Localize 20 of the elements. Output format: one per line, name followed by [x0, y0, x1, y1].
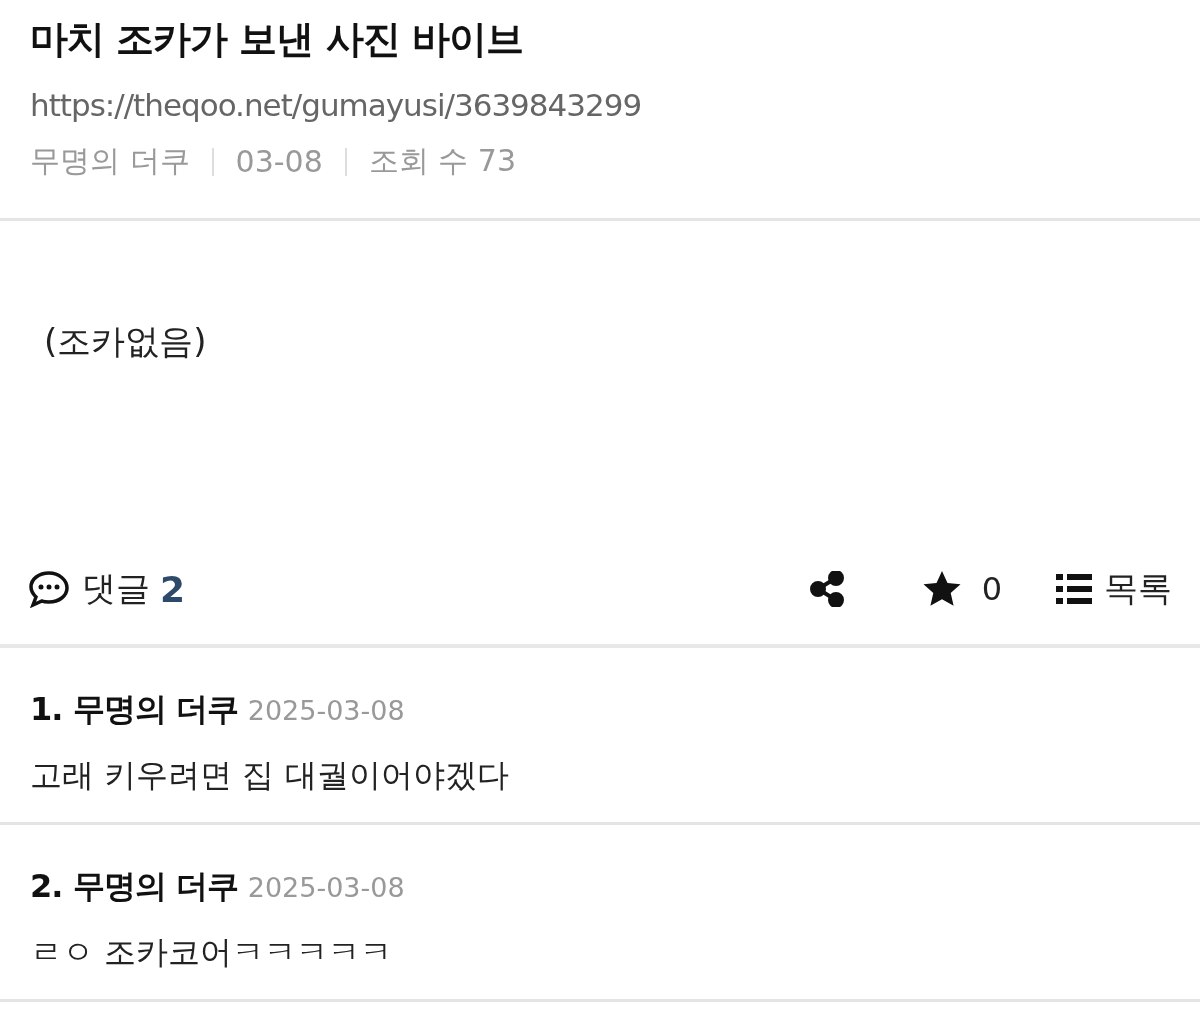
star-icon[interactable]	[921, 570, 962, 608]
comment-date: 2025-03-08	[247, 872, 405, 903]
speech-bubble-icon[interactable]	[28, 570, 70, 608]
comment-author: 1. 무명의 더쿠	[30, 689, 238, 730]
post-body: (조카없음)	[44, 321, 207, 361]
view-count: 조회 수 73	[368, 142, 516, 180]
star-count: 0	[981, 570, 1002, 608]
list-icon[interactable]	[1056, 574, 1092, 604]
comment-date: 2025-03-08	[247, 695, 405, 726]
comment-text: 고래 키우려면 집 대궐이어야겠다	[30, 755, 510, 796]
post-title: 마치 조카가 보낸 사진 바이브	[30, 16, 524, 63]
comment-text: ㄹㅇ 조카코어ㅋㅋㅋㅋㅋ	[30, 932, 394, 973]
list-link[interactable]: 목록	[1104, 566, 1172, 612]
comments-label: 댓글	[82, 567, 150, 610]
post-date: 03-08	[235, 144, 323, 179]
comment-count: 2	[160, 568, 186, 610]
author-name: 무명의 더쿠	[30, 142, 190, 180]
post-url: https://theqoo.net/gumayusi/3639843299	[30, 87, 643, 123]
comment-author: 2. 무명의 더쿠	[30, 866, 238, 907]
share-icon[interactable]	[809, 571, 844, 607]
